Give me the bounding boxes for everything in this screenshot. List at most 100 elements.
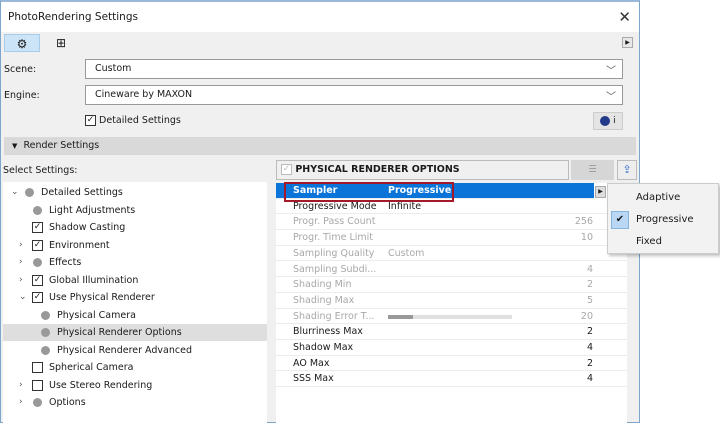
scene-label: Scene: [4,64,37,75]
row-name: Shadow Max [293,342,354,353]
tree-item-label: Global Illumination [49,274,139,286]
chevron-right-icon[interactable]: › [19,237,23,254]
status-dot-icon [41,310,50,320]
tree-item[interactable]: Spherical Camera [3,359,267,376]
cineware-info-button[interactable]: i [593,112,623,130]
chevron-down-icon: ﹀ [606,92,616,103]
export-button[interactable]: ⇪ [617,160,637,180]
export-icon: ⇪ [622,163,632,176]
engine-select[interactable]: Cineware by MAXON ﹀ [85,85,623,105]
status-dot-icon [33,205,42,215]
tree-item[interactable]: ⌄ Detailed Settings [3,184,267,201]
table-row[interactable]: Sampling Subdi... 4 [276,262,627,278]
row-name: Shading Min [293,279,352,291]
row-name: Shading Max [293,294,355,306]
row-name: Progr. Time Limit [293,232,373,244]
tree-item[interactable]: › ✓ Global Illumination [3,272,267,289]
options-table: Sampler Progressive Progressive Mode Infini… [276,183,627,425]
tree-item-label: Use Physical Renderer [49,292,155,303]
table-row[interactable]: Progr. Time Limit 10 [276,230,627,246]
checkbox[interactable]: ✓ [85,115,96,126]
table-row[interactable]: AO Max 2 [276,356,627,372]
row-name: SSS Max [293,373,334,385]
chevron-right-icon[interactable]: › [19,394,23,411]
row-number: 4 [586,263,593,275]
row-name: Shading Error T... [293,310,375,322]
tree-item[interactable]: › Options [3,394,267,411]
tree-item-label: Physical Renderer Advanced [57,344,192,356]
toolbar: ⚙ ⊞ ▶ [1,32,639,54]
row-name: Sampling Subdi... [293,263,377,275]
menu-item-label: Fixed [636,236,662,247]
chevron-right-icon[interactable]: › [19,254,23,271]
row-number: 2 [586,279,593,291]
render-settings-header[interactable]: ▼ Render Settings [4,137,636,155]
row-name: Blurriness Max [293,326,363,338]
menu-item[interactable]: Adaptive [608,188,718,208]
panel-checkbox[interactable]: ✓ [281,164,292,175]
checkbox[interactable] [32,379,43,391]
menu-item-label: Progressive [636,214,694,225]
table-row[interactable]: Shading Error T... 20 [276,309,627,325]
panel-header: ✓ PHYSICAL RENDERER OPTIONS [276,160,569,180]
row-number: 256 [574,216,593,228]
checkbox[interactable] [32,362,43,373]
chevron-down-icon[interactable]: ⌄ [11,184,19,201]
tree-item[interactable]: › Use Stereo Rendering [3,377,267,394]
tree-item[interactable]: Light Adjustments [3,202,267,219]
table-row[interactable]: SSS Max 4 [276,371,627,388]
chevron-down-icon[interactable]: ⌄ [19,289,27,306]
detailed-settings-label: Detailed Settings [99,115,181,126]
checkbox[interactable]: ✓ [32,222,43,233]
tree-item[interactable]: › ✓ Environment [3,237,267,254]
slider[interactable] [388,314,512,319]
chevron-right-icon[interactable]: › [19,272,23,289]
chevron-right-icon[interactable]: › [19,377,23,394]
row-number: 2 [586,357,593,369]
detailed-settings-checkbox[interactable]: ✓ Detailed Settings [85,115,181,126]
cineware-logo-icon [600,115,611,126]
gear-icon: ⚙ [16,37,28,51]
info-icon: i [613,116,616,126]
collapse-triangle-icon: ▼ [12,142,18,150]
list-view-button[interactable]: ☰ [571,160,614,180]
tree-item[interactable]: Physical Renderer Advanced [3,342,267,359]
row-value: Custom [388,247,425,259]
table-row[interactable]: Shadow Max 4 [276,340,627,356]
checkbox[interactable]: ✓ [32,239,43,251]
panel-title: PHYSICAL RENDERER OPTIONS [295,164,460,175]
table-row[interactable]: Shading Min 2 [276,277,627,293]
chevron-down-icon: ﹀ [606,66,616,77]
row-name: AO Max [293,357,330,369]
title-bar: PhotoRendering Settings ✕ [1,2,639,32]
tree-item[interactable]: Physical Camera [3,307,267,324]
tree-item[interactable]: › Effects [3,254,267,271]
menu-item[interactable]: Fixed [608,232,718,252]
menu-item[interactable]: ✔ Progressive [608,210,718,230]
tree-item-label: Effects [49,257,82,268]
checkmark-icon: ✔ [611,211,629,229]
scene-select[interactable]: Custom ﹀ [85,59,623,79]
settings-gear-tab[interactable]: ⚙ [4,34,40,52]
tree-item[interactable]: Physical Renderer Options [3,324,267,341]
checkbox[interactable]: ✓ [32,292,43,303]
tree-item[interactable]: ⌄ ✓ Use Physical Renderer [3,289,267,306]
close-icon[interactable]: ✕ [618,8,631,26]
table-row[interactable]: Shading Max 5 [276,293,627,309]
list-icon: ☰ [588,164,597,175]
tree-item[interactable]: ✓ Shadow Casting [3,219,267,236]
sampler-menu: Adaptive ✔ Progressive Fixed [607,183,719,254]
tree-item-label: Environment [49,239,110,251]
window-title: PhotoRendering Settings [8,11,138,23]
tree-item-label: Options [49,397,86,408]
row-number: 2 [586,326,593,338]
preview-size-tab[interactable]: ⊞ [43,34,79,52]
table-row[interactable]: Blurriness Max 2 [276,324,627,340]
engine-value: Cineware by MAXON [95,89,193,100]
expand-arrow-button[interactable]: ▶ [622,37,633,48]
table-row[interactable]: Sampling Quality Custom [276,246,627,262]
sampler-dropdown-arrow[interactable]: ▶ [595,186,606,198]
engine-label: Engine: [4,90,40,101]
checkbox[interactable]: ✓ [32,274,43,286]
table-row[interactable]: Progr. Pass Count 256 [276,214,627,231]
